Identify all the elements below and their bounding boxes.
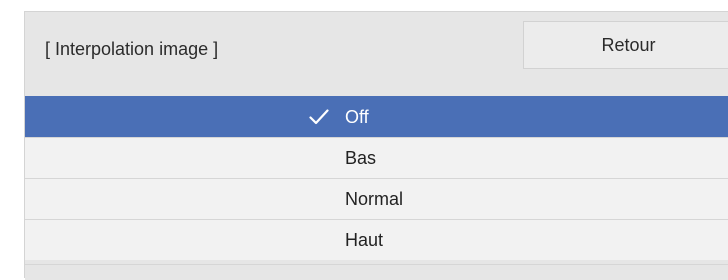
option-label: Haut bbox=[345, 230, 384, 250]
settings-panel: [ Interpolation image ] Retour Off Bas N… bbox=[24, 11, 728, 280]
option-label: Normal bbox=[345, 189, 404, 209]
back-button[interactable]: Retour bbox=[523, 21, 728, 69]
panel-header: [ Interpolation image ] Retour bbox=[25, 12, 728, 96]
options-list: Off Bas Normal Haut bbox=[25, 96, 728, 260]
dialog-title: [ Interpolation image ] bbox=[45, 39, 219, 59]
option-off[interactable]: Off bbox=[25, 96, 728, 137]
option-label: Bas bbox=[345, 148, 377, 168]
option-label: Off bbox=[345, 107, 369, 127]
check-icon bbox=[309, 109, 329, 125]
option-haut[interactable]: Haut bbox=[25, 219, 728, 260]
option-bas[interactable]: Bas bbox=[25, 137, 728, 178]
option-normal[interactable]: Normal bbox=[25, 178, 728, 219]
